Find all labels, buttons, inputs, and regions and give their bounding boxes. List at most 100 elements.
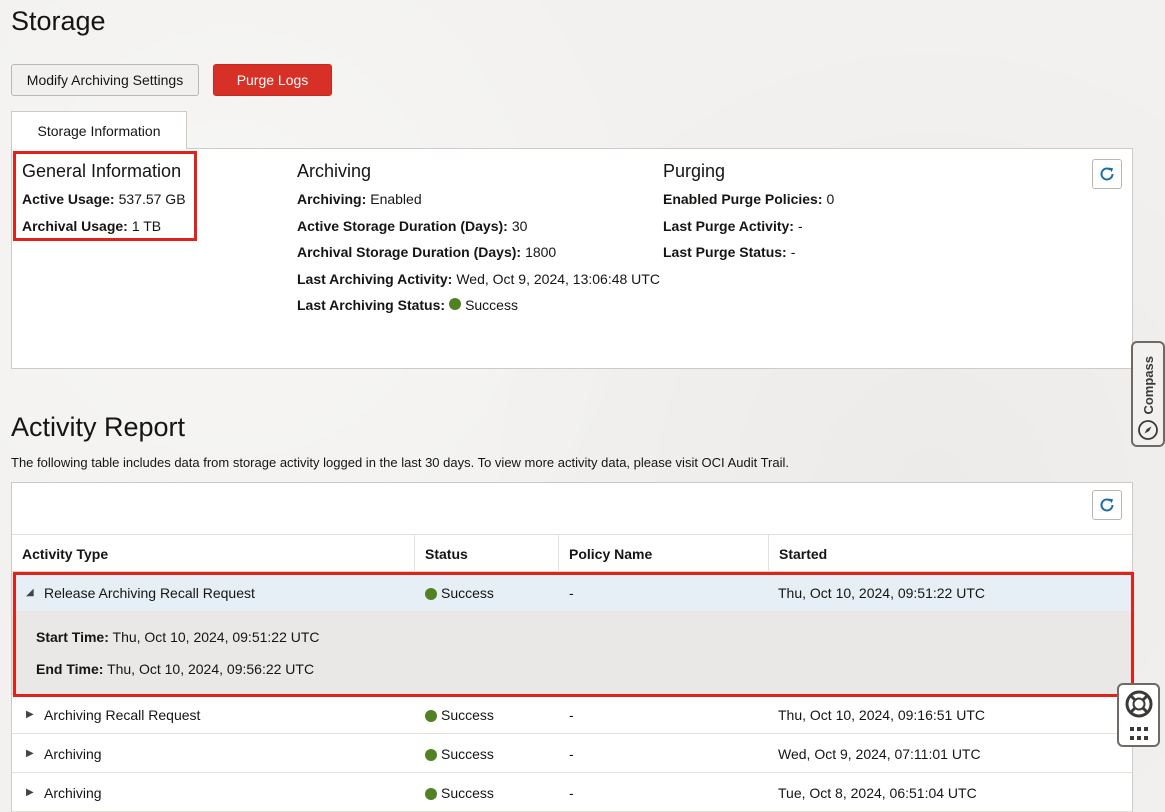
caret-right-icon[interactable]: ▶ (26, 787, 36, 798)
purge-logs-button[interactable]: Purge Logs (213, 64, 332, 96)
lifebuoy-icon[interactable] (1124, 689, 1154, 719)
purging-section: Purging Enabled Purge Policies: 0 Last P… (663, 161, 834, 271)
caret-right-icon[interactable]: ▶ (26, 748, 36, 759)
storage-refresh-button[interactable] (1092, 159, 1122, 189)
success-status-icon (425, 787, 437, 800)
table-row[interactable]: ◢ Release Archiving Recall Request Succe… (12, 573, 1132, 612)
active-duration-value: 30 (511, 217, 528, 234)
activity-status: Success (441, 784, 494, 801)
activity-started: Wed, Oct 9, 2024, 07:11:01 UTC (778, 745, 981, 762)
purging-heading: Purging (663, 161, 726, 181)
activity-status: Success (441, 706, 494, 723)
row-type-cell: ▶ Archiving Recall Request (26, 695, 200, 734)
active-duration-label: Active Storage Duration (Days): (297, 217, 508, 234)
success-status-icon (425, 709, 437, 722)
last-archiving-activity-label: Last Archiving Activity: (297, 270, 453, 287)
activity-status: Success (441, 745, 494, 762)
activity-policy: - (569, 584, 574, 601)
activity-started: Thu, Oct 10, 2024, 09:51:22 UTC (778, 584, 986, 601)
row-status-cell: Success (425, 695, 494, 734)
archiving-label: Archiving: (297, 191, 367, 207)
activity-table-header: Activity Type Status Policy Name Started (12, 534, 1132, 573)
active-usage-label: Active Usage: (22, 191, 115, 207)
success-status-icon (425, 748, 437, 761)
caret-down-icon[interactable]: ◢ (26, 587, 36, 598)
activity-policy: - (569, 784, 574, 801)
archival-usage-value: 1 TB (131, 217, 162, 234)
modify-archiving-settings-button[interactable]: Modify Archiving Settings (11, 64, 199, 96)
activity-started: Thu, Oct 10, 2024, 09:16:51 UTC (778, 706, 986, 723)
activity-refresh-button[interactable] (1092, 490, 1122, 520)
activity-status: Success (441, 584, 494, 601)
column-header-policy-name[interactable]: Policy Name (559, 535, 769, 573)
last-archiving-activity-row: Last Archiving Activity: Wed, Oct 9, 202… (297, 271, 660, 298)
end-time-value: Thu, Oct 10, 2024, 09:56:22 UTC (107, 661, 315, 677)
purge-policies-row: Enabled Purge Policies: 0 (663, 191, 834, 218)
help-widget[interactable] (1117, 683, 1160, 747)
activity-report-description: The following table includes data from s… (11, 455, 789, 470)
tab-storage-information[interactable]: Storage Information (11, 111, 187, 149)
success-status-icon (425, 587, 437, 600)
archiving-value: Enabled (370, 191, 422, 207)
active-usage-value: 537.57 GB (118, 191, 186, 207)
detail-start-time: Start Time: Thu, Oct 10, 2024, 09:51:22 … (36, 629, 320, 645)
column-header-status[interactable]: Status (415, 535, 559, 573)
archiving-status-row: Archiving: Enabled (297, 191, 660, 218)
activity-policy: - (569, 706, 574, 723)
row-status-cell: Success (425, 573, 494, 612)
end-time-label: End Time: (36, 661, 104, 677)
table-row[interactable]: ▶ Archiving Success - Wed, Oct 9, 2024, … (12, 734, 1132, 773)
activity-type: Release Archiving Recall Request (44, 584, 255, 601)
last-purge-status-label: Last Purge Status: (663, 244, 787, 260)
purge-policies-value: 0 (826, 191, 835, 207)
caret-right-icon[interactable]: ▶ (26, 709, 36, 720)
column-header-activity-type[interactable]: Activity Type (12, 535, 415, 573)
success-status-icon (449, 298, 462, 310)
last-purge-activity-row: Last Purge Activity: - (663, 218, 834, 245)
last-purge-status-value: - (790, 244, 796, 260)
activity-type: Archiving (44, 784, 102, 801)
activity-policy: - (569, 745, 574, 762)
compass-icon (1138, 420, 1158, 440)
refresh-icon (1100, 498, 1114, 512)
general-information-heading: General Information (22, 161, 182, 181)
last-archiving-status-value: Success (465, 297, 518, 313)
compass-tab[interactable]: Compass (1131, 341, 1165, 447)
table-row[interactable]: ▶ Archiving Success - Tue, Oct 8, 2024, … (12, 773, 1132, 812)
last-purge-activity-label: Last Purge Activity: (663, 217, 794, 234)
storage-info-panel: General Information Active Usage: 537.57… (11, 148, 1133, 369)
archival-duration-row: Archival Storage Duration (Days): 1800 (297, 244, 660, 271)
row-status-cell: Success (425, 773, 494, 812)
archival-duration-label: Archival Storage Duration (Days): (297, 244, 522, 260)
last-archiving-activity-value: Wed, Oct 9, 2024, 13:06:48 UTC (456, 270, 660, 287)
active-duration-row: Active Storage Duration (Days): 30 (297, 218, 660, 245)
activity-report-title: Activity Report (11, 412, 186, 442)
start-time-value: Thu, Oct 10, 2024, 09:51:22 UTC (112, 629, 320, 645)
purge-policies-label: Enabled Purge Policies: (663, 191, 823, 207)
compass-label: Compass (1140, 356, 1156, 415)
activity-table-panel: Activity Type Status Policy Name Started… (11, 482, 1133, 812)
row-type-cell: ◢ Release Archiving Recall Request (26, 573, 255, 612)
general-information-section: General Information Active Usage: 537.57… (22, 161, 186, 244)
last-purge-status-row: Last Purge Status: - (663, 244, 834, 271)
archival-usage-label: Archival Usage: (22, 217, 128, 234)
archival-duration-value: 1800 (525, 244, 557, 260)
last-archiving-status-row: Last Archiving Status: Success (297, 297, 660, 324)
activity-type: Archiving (44, 745, 102, 762)
refresh-icon (1100, 167, 1114, 181)
table-row[interactable]: ▶ Archiving Recall Request Success - Thu… (12, 695, 1132, 734)
archival-usage-row: Archival Usage: 1 TB (22, 218, 186, 245)
activity-type: Archiving Recall Request (44, 706, 201, 723)
archiving-heading: Archiving (297, 161, 372, 181)
row-type-cell: ▶ Archiving (26, 734, 102, 773)
active-usage-row: Active Usage: 537.57 GB (22, 191, 186, 218)
last-purge-activity-value: - (797, 217, 803, 234)
grid-icon[interactable] (1128, 726, 1150, 742)
column-header-started[interactable]: Started (769, 535, 1132, 573)
last-archiving-status-label: Last Archiving Status: (297, 297, 446, 313)
row-status-cell: Success (425, 734, 494, 773)
page-title: Storage (11, 6, 106, 36)
archiving-section: Archiving Archiving: Enabled Active Stor… (297, 161, 660, 324)
activity-detail-panel: Start Time: Thu, Oct 10, 2024, 09:51:22 … (12, 611, 1132, 695)
row-type-cell: ▶ Archiving (26, 773, 102, 812)
